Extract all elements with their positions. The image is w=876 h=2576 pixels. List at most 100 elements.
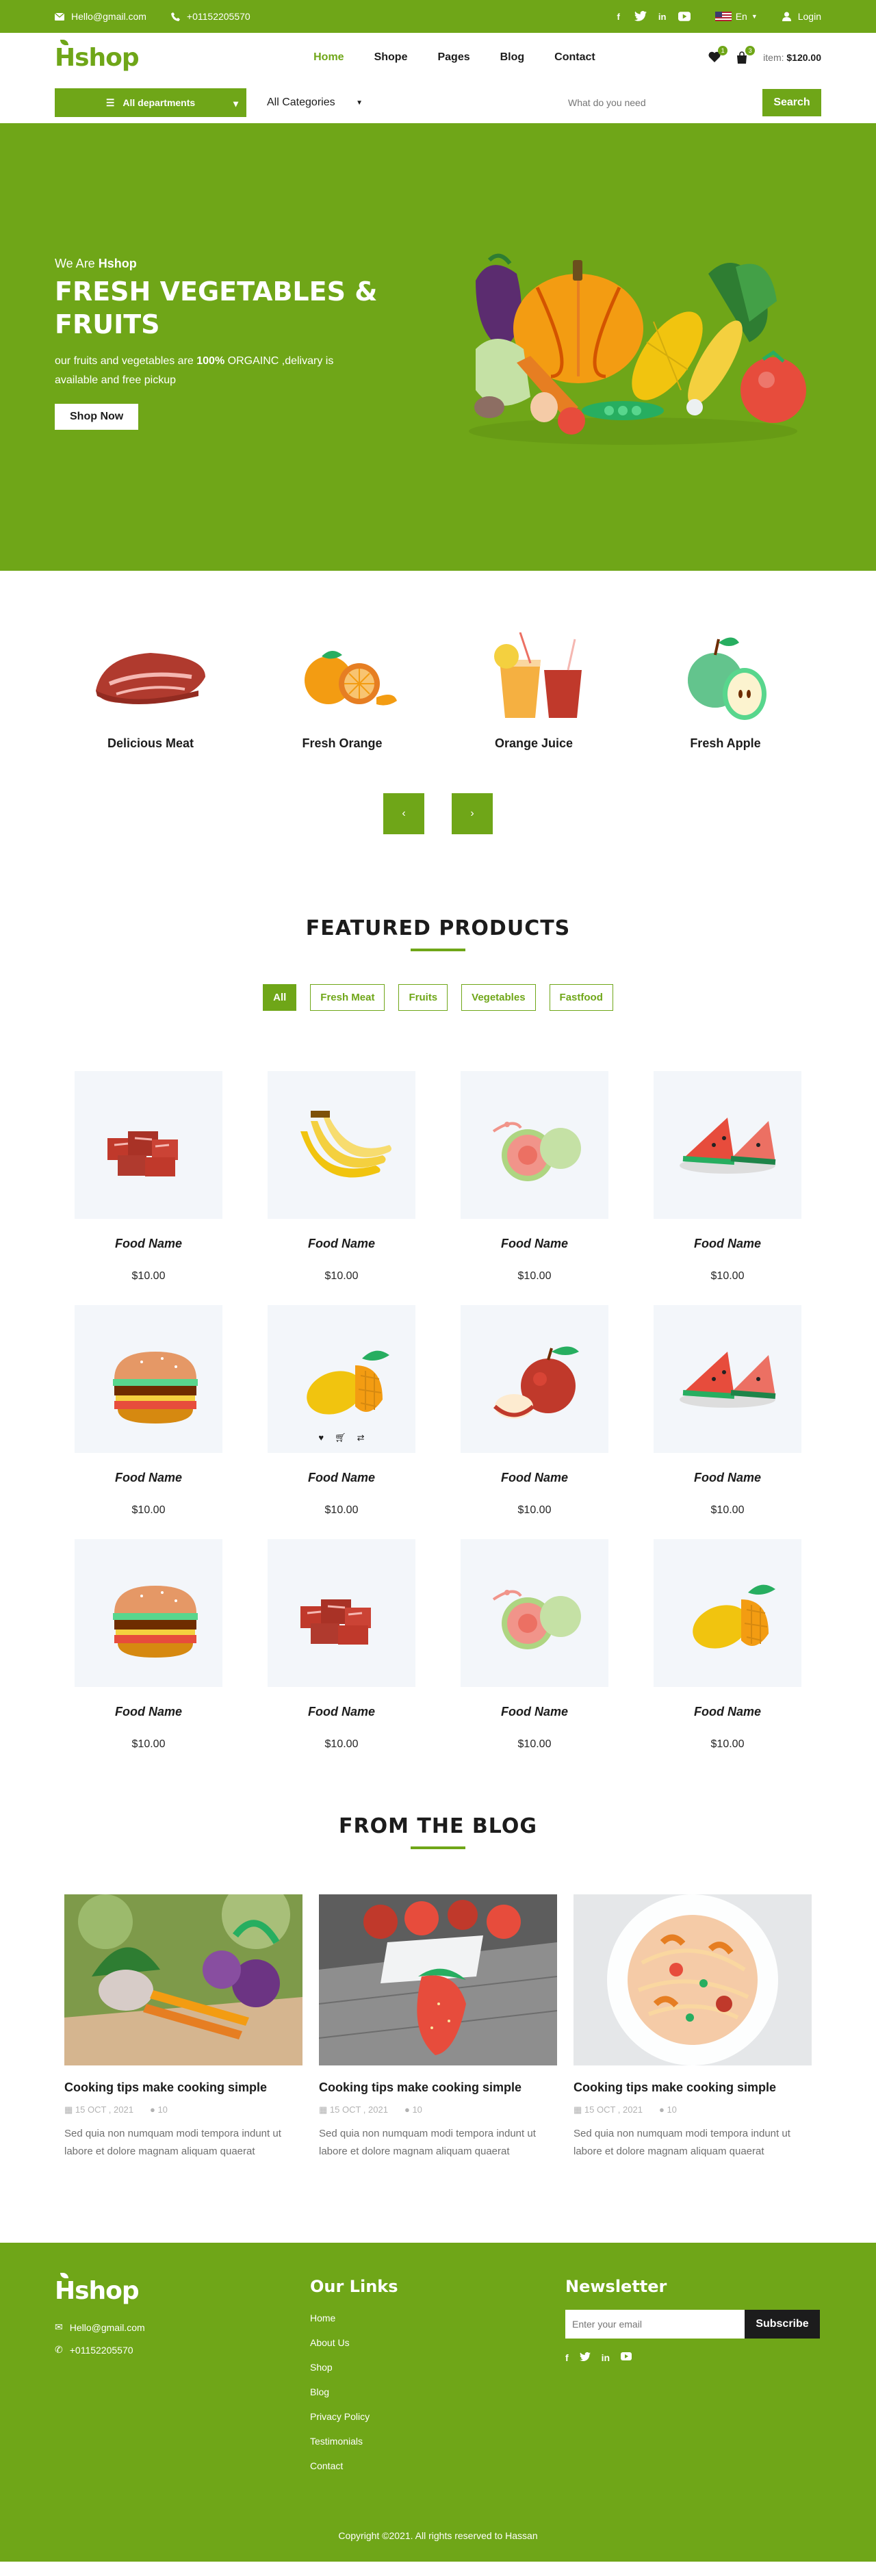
language-label: En bbox=[735, 11, 747, 22]
filter-fruits[interactable]: Fruits bbox=[398, 984, 448, 1011]
category-item[interactable]: Fresh Apple bbox=[650, 626, 801, 751]
cart-icon[interactable]: 🛒︎ bbox=[335, 1432, 346, 1443]
product-card[interactable]: Food Name $10.00 bbox=[75, 1305, 222, 1539]
category-item[interactable]: Delicious Meat bbox=[75, 626, 226, 751]
comment-icon: ● bbox=[658, 2104, 665, 2115]
footer-logo[interactable]: Hshop bbox=[55, 2273, 310, 2305]
linkedin-icon[interactable]: in bbox=[656, 10, 669, 23]
topbar-email-text: Hello@gmail.com bbox=[71, 11, 146, 22]
product-name[interactable]: Food Name bbox=[268, 1237, 415, 1251]
nav-pages[interactable]: Pages bbox=[437, 51, 469, 64]
all-departments-button[interactable]: ☰ All departments ▾ bbox=[55, 88, 246, 117]
footer-link-shop[interactable]: Shop bbox=[310, 2362, 565, 2373]
apple-image bbox=[688, 637, 766, 720]
banana-image bbox=[300, 1111, 391, 1178]
departments-label: All departments bbox=[123, 97, 196, 108]
category-select[interactable]: All Categories ▼ bbox=[260, 96, 363, 109]
nav-blog[interactable]: Blog bbox=[500, 51, 525, 64]
topbar-phone[interactable]: +01152205570 bbox=[170, 11, 250, 22]
product-name[interactable]: Food Name bbox=[75, 1471, 222, 1485]
product-name[interactable]: Food Name bbox=[654, 1237, 801, 1251]
product-name[interactable]: Food Name bbox=[654, 1705, 801, 1719]
product-card[interactable]: Food Name $10.00 bbox=[654, 1305, 801, 1539]
retweet-icon[interactable]: ⇄ bbox=[357, 1432, 365, 1443]
footer-link-testimonials[interactable]: Testimonials bbox=[310, 2436, 565, 2447]
hero-title: FRESH VEGETABLES & FRUITS bbox=[55, 276, 378, 339]
nav-contact[interactable]: Contact bbox=[554, 51, 595, 64]
category-name: Fresh Orange bbox=[302, 736, 383, 750]
product-name[interactable]: Food Name bbox=[75, 1705, 222, 1719]
product-name[interactable]: Food Name bbox=[461, 1705, 608, 1719]
product-card[interactable]: Food Name $10.00 bbox=[654, 1539, 801, 1773]
youtube-icon[interactable] bbox=[621, 2352, 632, 2360]
pasta-image bbox=[574, 1894, 812, 2065]
filter-all[interactable]: All bbox=[263, 984, 297, 1011]
blog-card[interactable]: Cooking tips make cooking simple ▦ 15 OC… bbox=[64, 1894, 302, 2161]
carousel-next-button[interactable]: › bbox=[452, 793, 493, 834]
language-selector[interactable]: En ▼ bbox=[714, 11, 758, 22]
footer-link-about[interactable]: About Us bbox=[310, 2337, 565, 2348]
site-logo[interactable]: Hshop bbox=[55, 39, 140, 72]
facebook-icon[interactable]: f bbox=[565, 2352, 569, 2363]
facebook-icon[interactable]: f bbox=[613, 10, 625, 23]
product-card[interactable]: Food Name $10.00 bbox=[75, 1071, 222, 1305]
blog-card[interactable]: Cooking tips make cooking simple ▦ 15 OC… bbox=[319, 1894, 557, 2161]
filter-fastfood[interactable]: Fastfood bbox=[549, 984, 613, 1011]
user-icon bbox=[782, 12, 791, 21]
product-card[interactable]: Food Name $10.00 bbox=[461, 1305, 608, 1539]
product-name[interactable]: Food Name bbox=[268, 1471, 415, 1485]
cart-button[interactable]: 3 bbox=[736, 46, 756, 64]
product-card[interactable]: ♥ 🛒︎ ⇄ Food Name $10.00 bbox=[268, 1305, 415, 1539]
product-card[interactable]: Food Name $10.00 bbox=[461, 1539, 608, 1773]
footer-link-blog[interactable]: Blog bbox=[310, 2386, 565, 2397]
nav-shope[interactable]: Shope bbox=[374, 51, 408, 64]
product-card[interactable]: Food Name $10.00 bbox=[268, 1071, 415, 1305]
blog-card[interactable]: Cooking tips make cooking simple ▦ 15 OC… bbox=[574, 1894, 812, 2161]
copyright: Copyright ©2021. All rights reserved to … bbox=[338, 2530, 538, 2541]
youtube-icon[interactable] bbox=[678, 10, 691, 23]
search-input[interactable] bbox=[376, 88, 749, 117]
product-card[interactable]: Food Name $10.00 bbox=[75, 1539, 222, 1773]
linkedin-icon[interactable]: in bbox=[602, 2352, 610, 2363]
blog-post-title[interactable]: Cooking tips make cooking simple bbox=[64, 2081, 302, 2095]
meat-image bbox=[300, 1599, 371, 1645]
filter-fresh-meat[interactable]: Fresh Meat bbox=[310, 984, 385, 1011]
topbar-email[interactable]: Hello@gmail.com bbox=[55, 11, 146, 22]
footer-phone[interactable]: ✆ +01152205570 bbox=[55, 2344, 310, 2356]
blog-meta: ▦ 15 OCT , 2021 ● 10 bbox=[64, 2104, 168, 2115]
newsletter-email-input[interactable] bbox=[565, 2310, 745, 2339]
blog-post-title[interactable]: Cooking tips make cooking simple bbox=[319, 2081, 557, 2095]
shop-now-button[interactable]: Shop Now bbox=[55, 404, 139, 430]
social-links: f in bbox=[613, 10, 691, 23]
carousel-prev-button[interactable]: ‹ bbox=[383, 793, 424, 834]
twitter-icon[interactable] bbox=[634, 10, 647, 23]
product-name[interactable]: Food Name bbox=[75, 1237, 222, 1251]
twitter-icon[interactable] bbox=[579, 2352, 591, 2362]
footer-link-contact[interactable]: Contact bbox=[310, 2460, 565, 2471]
search-button[interactable]: Search bbox=[762, 89, 821, 116]
footer-email[interactable]: ✉ Hello@gmail.com bbox=[55, 2321, 310, 2333]
product-card[interactable]: Food Name $10.00 bbox=[654, 1071, 801, 1305]
footer-link-home[interactable]: Home bbox=[310, 2313, 565, 2323]
footer-contact: Hshop ✉ Hello@gmail.com ✆ +01152205570 bbox=[55, 2273, 310, 2471]
wishlist-button[interactable]: 1 bbox=[708, 46, 728, 64]
nav-home[interactable]: Home bbox=[313, 51, 344, 64]
login-link[interactable]: Login bbox=[782, 11, 821, 22]
title-underline bbox=[411, 1846, 465, 1849]
product-name[interactable]: Food Name bbox=[461, 1471, 608, 1485]
subscribe-button[interactable]: Subscribe bbox=[745, 2310, 820, 2339]
watermelon-image bbox=[680, 1118, 776, 1174]
product-filters: All Fresh Meat Fruits Vegetables Fastfoo… bbox=[0, 984, 876, 1011]
product-grid: Food Name $10.00 Food Name $10.00 Food Name $… bbox=[0, 1071, 876, 1773]
product-name[interactable]: Food Name bbox=[654, 1471, 801, 1485]
blog-post-title[interactable]: Cooking tips make cooking simple bbox=[574, 2081, 812, 2095]
category-item[interactable]: Fresh Orange bbox=[267, 626, 417, 751]
product-card[interactable]: Food Name $10.00 bbox=[268, 1539, 415, 1773]
category-item[interactable]: Orange Juice bbox=[459, 626, 609, 751]
product-name[interactable]: Food Name bbox=[268, 1705, 415, 1719]
heart-icon[interactable]: ♥ bbox=[318, 1432, 324, 1443]
footer-link-privacy[interactable]: Privacy Policy bbox=[310, 2411, 565, 2422]
product-card[interactable]: Food Name $10.00 bbox=[461, 1071, 608, 1305]
product-name[interactable]: Food Name bbox=[461, 1237, 608, 1251]
filter-vegetables[interactable]: Vegetables bbox=[461, 984, 536, 1011]
